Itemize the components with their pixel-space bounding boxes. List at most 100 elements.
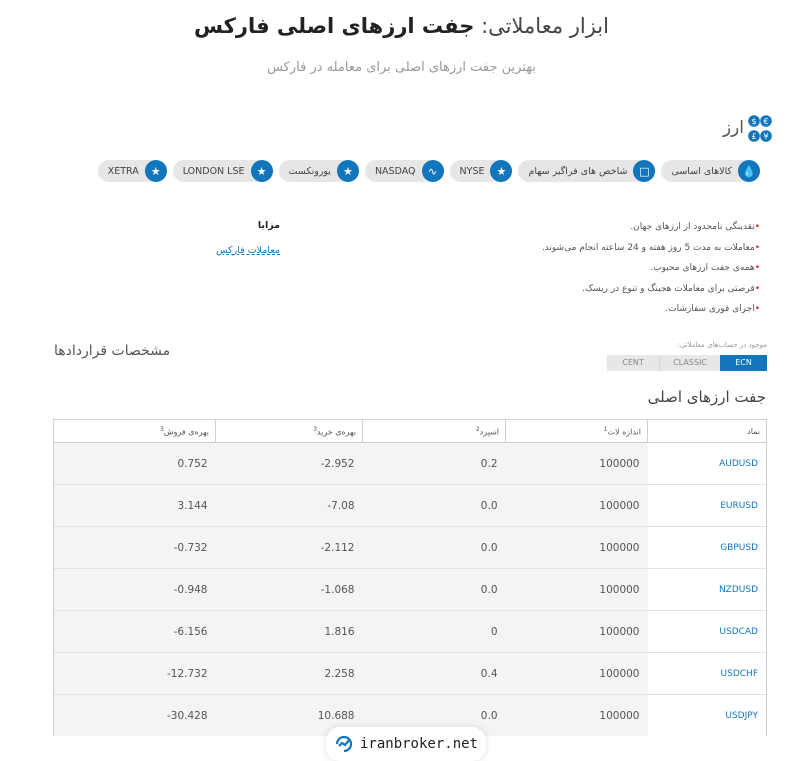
pairs-title: جفت ارزهای اصلی <box>647 388 766 406</box>
table-row: -6.156 1.816 0 100000 USDCAD <box>53 610 767 653</box>
bullet-icon: • <box>754 263 760 273</box>
feature-item: •فرصتی برای معاملات هجینگ و تنوع در ریسک… <box>582 283 760 294</box>
cell-lot: 100000 <box>505 484 648 527</box>
page-title: ابزار معاملاتی: جفت ارزهای اصلی فارکس <box>0 14 803 38</box>
bullet-icon: • <box>754 222 760 232</box>
forex-trading-link[interactable]: معاملات فارکس <box>200 245 280 256</box>
table-row: -0.732 -2.112 0.0 100000 GBPUSD <box>53 526 767 569</box>
header-swap-sell: 3بهره‌ی فروش <box>53 419 216 443</box>
table-row: 3.144 -7.08 0.0 100000 EURUSD <box>53 484 767 527</box>
cell-swap-sell: -6.156 <box>53 610 216 653</box>
contract-specs-title: مشخصات قراردادها <box>54 343 171 359</box>
table-header-row: 3بهره‌ی فروش 3بهره‌ی خرید 2اسپرد 1اندازه… <box>53 419 767 443</box>
cell-spread: 0 <box>362 610 506 653</box>
watermark-text: iranbroker.net <box>359 736 478 752</box>
table-row: -0.948 -1.068 0.0 100000 NZDUSD <box>53 568 767 611</box>
currency-symbols-icon: $ € £ ¥ <box>748 114 772 144</box>
pairs-table: 3بهره‌ی فروش 3بهره‌ی خرید 2اسپرد 1اندازه… <box>53 419 767 736</box>
category-tabs: 💧 کالاهای اساسی □ شاخص های فراگیر سهام ★ NY… <box>97 160 760 182</box>
cell-swap-buy: 2.258 <box>215 652 363 695</box>
category-label: شاخص های فراگیر سهام <box>528 165 628 177</box>
cell-symbol-link[interactable]: USDCAD <box>647 610 767 653</box>
cell-swap-sell: -0.948 <box>53 568 216 611</box>
feature-item: •اجرای فوری سفارشات. <box>665 304 760 314</box>
header-swap-buy: 3بهره‌ی خرید <box>215 419 363 443</box>
category-label: LONDON LSE <box>182 165 245 177</box>
bullet-icon: • <box>754 304 760 314</box>
cell-symbol-link[interactable]: GBPUSD <box>647 526 767 569</box>
star-icon: ★ <box>250 160 273 182</box>
category-london-lse[interactable]: ★ LONDON LSE <box>172 160 273 182</box>
cell-lot: 100000 <box>505 694 648 736</box>
category-label: کالاهای اساسی <box>671 165 732 177</box>
cell-symbol-link[interactable]: USDCHF <box>647 652 767 695</box>
cell-swap-buy: -7.08 <box>215 484 363 527</box>
table-row: 0.752 -2.952 0.2 100000 AUDUSD <box>53 442 767 485</box>
header-lot: 1اندازه لات <box>505 419 648 443</box>
features-list: •نقدینگی نامحدود از ارزهای جهان. •معاملا… <box>440 220 760 323</box>
cell-lot: 100000 <box>505 610 648 653</box>
star-icon: ★ <box>144 160 167 182</box>
category-label: NYSE <box>459 165 485 177</box>
cell-symbol-link[interactable]: AUDUSD <box>647 442 767 485</box>
star-icon: ★ <box>490 160 513 182</box>
advantages-title: مزایا <box>257 220 280 231</box>
svg-text:£: £ <box>751 132 756 141</box>
cell-swap-buy: -1.068 <box>215 568 363 611</box>
monitor-icon: □ <box>633 160 656 182</box>
cell-swap-buy: -2.112 <box>215 526 363 569</box>
category-label: XETRA <box>107 165 139 177</box>
category-xetra[interactable]: ★ XETRA <box>97 160 167 182</box>
account-tabs: CENT CLASSIC ECN <box>607 355 767 371</box>
title-bold: جفت ارزهای اصلی فارکس <box>193 14 475 38</box>
svg-text:$: $ <box>751 117 756 126</box>
bullet-icon: • <box>754 242 760 253</box>
tab-cent[interactable]: CENT <box>607 355 659 371</box>
bullet-icon: • <box>754 283 760 294</box>
category-label: NASDAQ <box>374 165 416 177</box>
section-title: ارز <box>722 118 744 138</box>
title-prefix: ابزار معاملاتی: <box>481 14 609 38</box>
feature-item: •معاملات به مدت 5 روز هفته و 24 ساعته ان… <box>541 242 760 253</box>
watermark-badge: iranbroker.net <box>326 727 486 761</box>
watermark-logo-icon <box>335 735 353 753</box>
trend-icon: ∿ <box>421 160 444 182</box>
drop-icon: 💧 <box>738 160 760 182</box>
cell-symbol-link[interactable]: NZDUSD <box>647 568 767 611</box>
category-nyse[interactable]: ★ NYSE <box>449 160 513 182</box>
cell-swap-sell: -12.732 <box>53 652 216 695</box>
category-euronext[interactable]: ★ یورونکست <box>278 160 359 182</box>
cell-swap-sell: -0.732 <box>53 526 216 569</box>
cell-swap-sell: 3.144 <box>53 484 216 527</box>
category-nasdaq[interactable]: ∿ NASDAQ <box>364 160 444 182</box>
cell-spread: 0.4 <box>362 652 506 695</box>
cell-swap-buy: 1.816 <box>215 610 363 653</box>
category-indices[interactable]: □ شاخص های فراگیر سهام <box>518 160 656 182</box>
header-symbol: نماد <box>647 419 767 443</box>
cell-lot: 100000 <box>505 652 648 695</box>
cell-spread: 0.2 <box>362 442 506 485</box>
cell-symbol-link[interactable]: EURUSD <box>647 484 767 527</box>
cell-swap-sell: -30.428 <box>53 694 216 736</box>
cell-symbol-link[interactable]: USDJPY <box>647 694 767 736</box>
category-label: یورونکست <box>288 165 331 177</box>
cell-spread: 0.0 <box>362 568 506 611</box>
svg-text:€: € <box>763 117 768 126</box>
cell-swap-buy: -2.952 <box>215 442 363 485</box>
header-spread: 2اسپرد <box>362 419 506 443</box>
tab-ecn[interactable]: ECN <box>720 355 767 371</box>
cell-lot: 100000 <box>505 442 648 485</box>
cell-spread: 0.0 <box>362 484 506 527</box>
accounts-label: موجود در حساب‌های معاملاتی: <box>677 341 767 349</box>
category-commodities[interactable]: 💧 کالاهای اساسی <box>661 160 760 182</box>
feature-item: •نقدینگی نامحدود از ارزهای جهان. <box>630 222 760 232</box>
tab-classic[interactable]: CLASSIC <box>659 355 720 371</box>
cell-spread: 0.0 <box>362 526 506 569</box>
cell-lot: 100000 <box>505 568 648 611</box>
page-subtitle: بهترین جفت ارزهای اصلی برای معامله در فا… <box>267 60 536 75</box>
star-icon: ★ <box>336 160 359 182</box>
feature-item: •همه‌ی جفت ارزهای محبوب. <box>650 263 760 273</box>
table-row: -12.732 2.258 0.4 100000 USDCHF <box>53 652 767 695</box>
cell-lot: 100000 <box>505 526 648 569</box>
cell-swap-sell: 0.752 <box>53 442 216 485</box>
